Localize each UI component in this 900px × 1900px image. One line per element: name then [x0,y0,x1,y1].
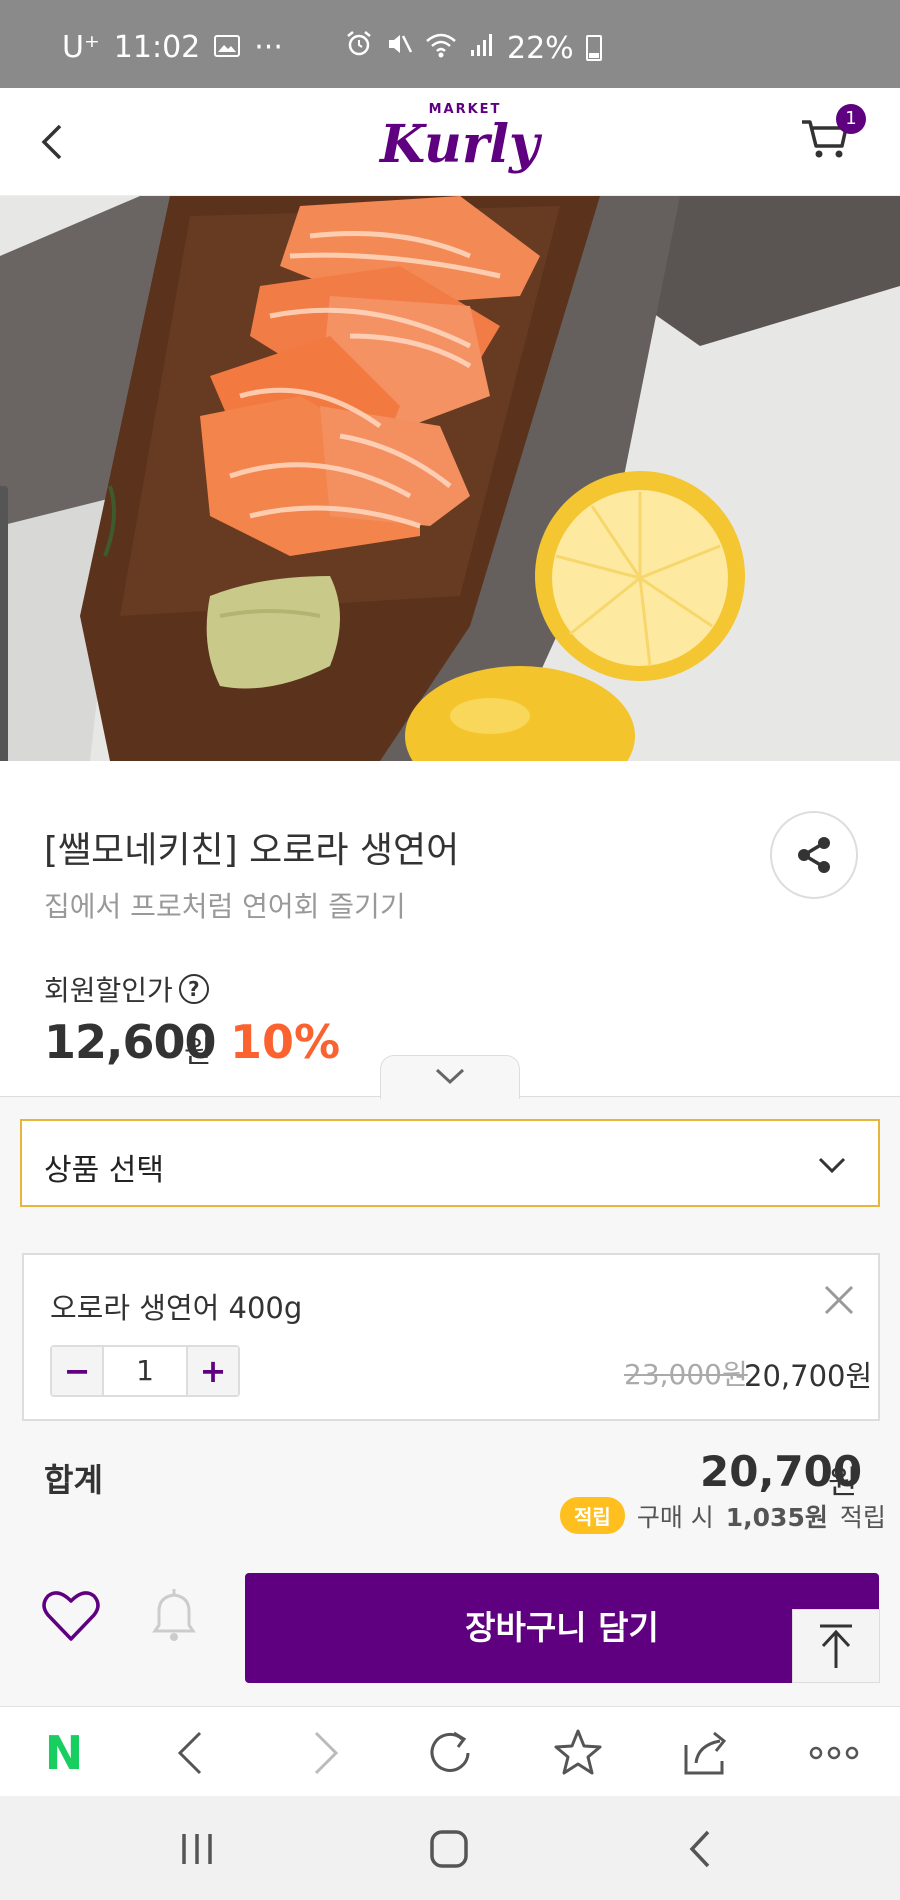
product-title: [쌜모네키친] 오로라 생연어 [44,830,460,871]
points-text-suffix: 적립 [839,1502,886,1532]
kurly-logo[interactable]: MARKET Kurly [380,102,540,182]
clock: 11:02 [113,30,201,65]
recent-apps-icon [182,1834,212,1864]
close-icon[interactable] [822,1283,856,1317]
points-badge: 적립 [560,1497,625,1534]
bookmark-button[interactable] [552,1727,604,1779]
salmon-photo [0,196,900,761]
chevron-down-icon [818,1157,846,1174]
alarm-icon [345,30,373,66]
battery-icon [585,35,602,61]
more-icon [809,1746,859,1760]
quantity-value[interactable]: 1 [102,1347,188,1395]
restock-alert-button[interactable] [145,1585,203,1647]
wishlist-button[interactable] [40,1585,102,1647]
decrease-button[interactable]: − [52,1347,102,1395]
help-icon[interactable]: ? [178,974,209,1004]
app-header: MARKET Kurly 1 [0,88,900,196]
more-notifications: ··· [254,30,283,65]
discount-rate: 10% [230,1015,341,1069]
gallery-icon [214,30,241,65]
battery-percent: 22% [507,30,574,66]
points-text-prefix: 구매 시 [636,1502,714,1532]
browser-back-icon [177,1731,202,1775]
total-label: 합계 [44,1461,103,1499]
option-name: 오로라 생연어 400g [50,1291,303,1325]
back-button[interactable] [30,118,78,166]
purchase-sheet: 상품 선택 오로라 생연어 400g − 1 + 23,000원 20,700원… [0,1055,900,1706]
member-price-label: 회원할인가 ? [44,969,209,1009]
share-icon [798,837,830,873]
back-icon [41,124,62,160]
scroll-top-button[interactable] [792,1609,880,1683]
naver-icon[interactable]: N [38,1727,90,1779]
increase-button[interactable]: + [188,1347,238,1395]
logo-kurly-text: Kurly [380,114,540,175]
browser-toolbar: N [0,1706,900,1796]
original-price: 23,000원 [624,1358,748,1391]
points-amount: 1,035원 [725,1502,828,1532]
member-price-text: 회원할인가 [44,974,173,1007]
product-select-label: 상품 선택 [44,1153,164,1188]
wifi-icon [425,31,457,66]
carrier-label: U⁺ [62,30,100,65]
reload-icon [430,1731,470,1772]
product-price-unit: 원 [184,1035,212,1070]
scroll-top-icon [820,1624,852,1668]
bookmark-star-icon [554,1729,602,1775]
browser-forward-button[interactable] [298,1727,350,1779]
carousel-edge-indicator [0,486,8,761]
status-left: U⁺ 11:02 ··· [62,30,283,65]
heart-icon [42,1591,100,1641]
add-to-cart-button[interactable]: 장바구니 담기 [245,1573,879,1683]
system-back-icon [689,1830,710,1868]
home-button[interactable] [424,1826,474,1872]
browser-back-button[interactable] [166,1727,218,1779]
system-back-button[interactable] [676,1826,726,1872]
cart-button[interactable]: 1 [800,104,866,172]
reload-button[interactable] [424,1727,476,1779]
sale-price: 20,700원 [744,1359,873,1393]
sheet-collapse-handle[interactable] [380,1055,520,1099]
points-info: 적립 구매 시 1,035원 적립 [560,1497,886,1534]
quantity-stepper: − 1 + [50,1345,240,1397]
product-subtitle: 집에서 프로처럼 연어회 즐기기 [44,890,406,923]
system-navigation-bar [0,1796,900,1900]
mute-icon [385,30,413,66]
product-info: [쌜모네키친] 오로라 생연어 집에서 프로처럼 연어회 즐기기 회원할인가 ?… [0,761,900,1096]
share-button[interactable] [770,811,858,899]
home-icon [430,1830,468,1868]
selected-option-card: 오로라 생연어 400g − 1 + 23,000원 20,700원 [22,1253,880,1421]
product-select[interactable]: 상품 선택 [20,1119,880,1207]
share-out-icon [684,1731,727,1775]
browser-forward-icon [314,1731,339,1775]
bell-icon [152,1589,196,1641]
signal-icon [469,31,495,66]
more-button[interactable] [808,1727,860,1779]
cart-count-badge: 1 [836,104,866,134]
share-page-button[interactable] [680,1727,732,1779]
product-image[interactable] [0,196,900,761]
recent-apps-button[interactable] [172,1826,222,1872]
status-bar: U⁺ 11:02 ··· 22% [0,0,900,88]
status-right: 22% [345,30,602,66]
chevron-down-icon [435,1068,465,1085]
